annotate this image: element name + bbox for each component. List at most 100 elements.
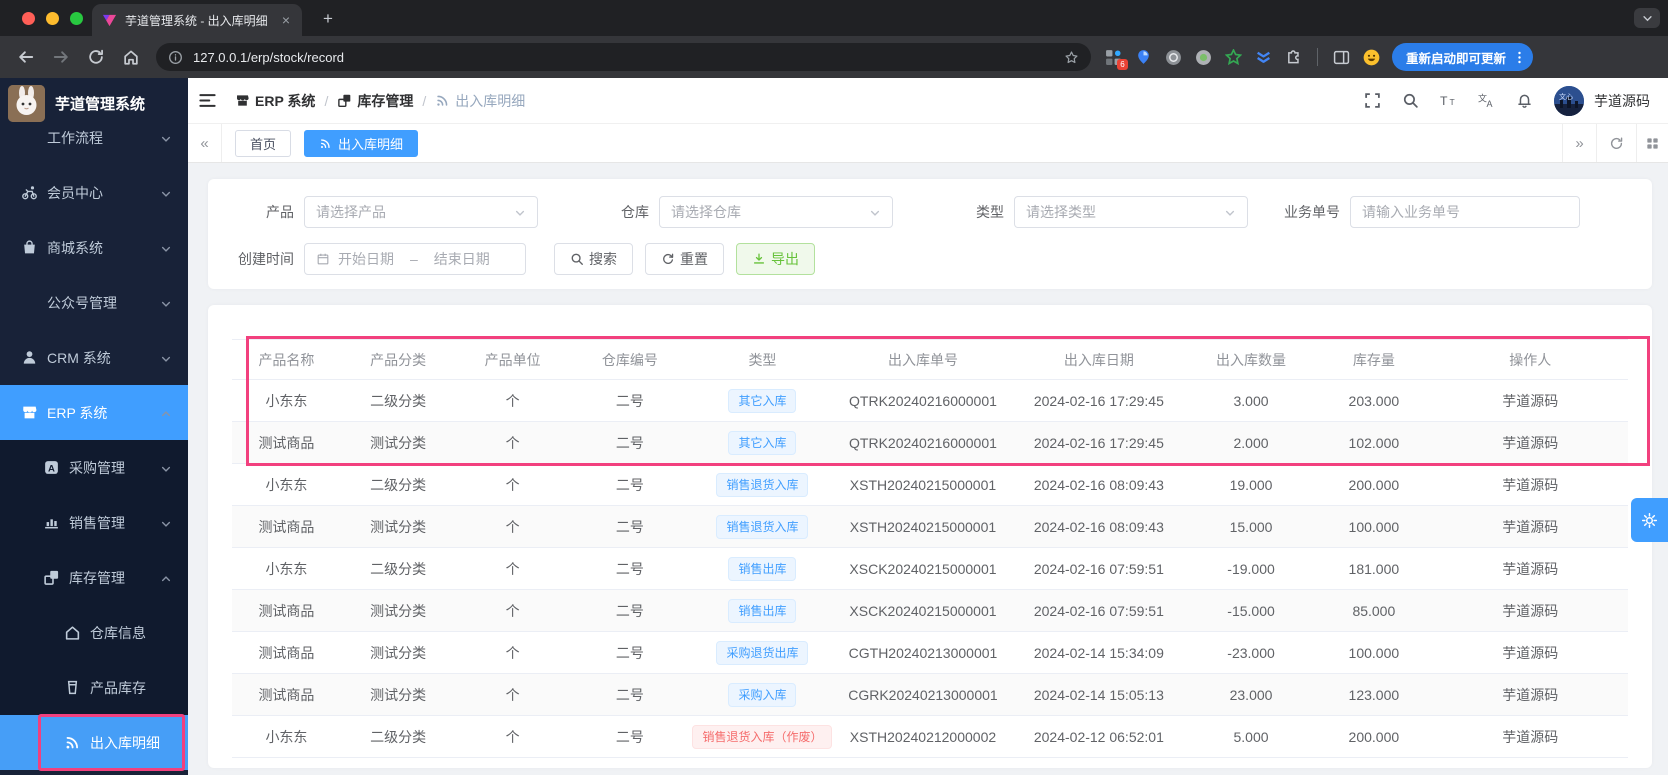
sidebar-item-member[interactable]: 会员中心 — [0, 165, 188, 220]
sidebar-item-sales[interactable]: 销售管理 — [0, 495, 188, 550]
sidebar-item-crm[interactable]: CRM 系统 — [0, 330, 188, 385]
table-row[interactable]: 测试商品 测试分类个二号 采购入库 CGRK20240213000001 2024-02… — [232, 673, 1628, 716]
restart-update-button[interactable]: 重新启动即可更新 — [1392, 43, 1534, 71]
tab-close-icon[interactable]: × — [280, 12, 292, 28]
sidebar-item-stock-record[interactable]: 出入库明细 — [0, 714, 188, 771]
toolbar-divider — [1317, 48, 1318, 66]
favicon — [102, 13, 117, 28]
reset-button[interactable]: 重置 — [645, 243, 724, 275]
new-tab-button[interactable]: + — [316, 8, 340, 30]
table-row[interactable]: 测试商品 测试分类个二号 销售出库 XSCK20240215000001 2024-02… — [232, 589, 1628, 632]
table-row[interactable]: 测试商品 测试分类个二号 销售退货入库 XSTH20240215000001 2024-… — [232, 505, 1628, 548]
notification-bell-icon[interactable] — [1516, 92, 1533, 109]
cell-category: 二级分类 — [340, 547, 456, 590]
address-bar[interactable]: 127.0.0.1/erp/stock/record — [156, 43, 1091, 71]
breadcrumb-item[interactable]: 库存管理 — [337, 91, 413, 111]
extension-star-icon[interactable] — [1224, 47, 1243, 66]
cell-date: 2024-02-14 15:34:09 — [1010, 631, 1187, 674]
tags-refresh-icon[interactable] — [1596, 124, 1636, 162]
sidebar-item-warehouse-info[interactable]: 仓库信息 — [0, 605, 188, 660]
tags-scroll-right-icon[interactable]: » — [1562, 124, 1596, 162]
topbar-actions: TT 文A 文心 芋道源码 — [1364, 85, 1668, 116]
browser-menu-icon[interactable] — [1512, 50, 1527, 65]
table-row[interactable]: 测试商品 测试分类个二号 其它入库 QTRK20240216000001 2024-02… — [232, 421, 1628, 464]
table-row[interactable]: 小东东 二级分类个二号 销售退货入库（作废） XSTH20240212000002 20… — [232, 715, 1628, 758]
window-minimize-button[interactable] — [46, 12, 59, 25]
date-range-input[interactable]: 开始日期 – 结束日期 — [304, 243, 526, 275]
cell-unit: 个 — [455, 589, 570, 632]
app-logo[interactable]: 芋道管理系统 — [0, 78, 188, 128]
extensions-puzzle-icon[interactable] — [1285, 49, 1302, 66]
cell-operator: 芋道源码 — [1432, 589, 1628, 632]
cell-type: 销售出库 — [689, 547, 836, 590]
boxes-icon — [337, 93, 352, 108]
sidebar-item-mall[interactable]: 商城系统 — [0, 220, 188, 275]
site-info-icon[interactable] — [168, 50, 183, 65]
sidebar-nav: 工作流程 会员中心 商城系统 公众号管理 CRM 系统 ERP 系统 A 采购管理 销售管理 库存… — [0, 110, 188, 771]
extension-knot-icon[interactable] — [1165, 49, 1182, 66]
warehouse-select[interactable]: 请选择仓库 — [659, 196, 893, 228]
table-row[interactable]: 测试商品 测试分类个二号 采购退货出库 CGTH20240213000001 2024-… — [232, 631, 1628, 674]
language-icon[interactable]: 文A — [1478, 92, 1495, 109]
reload-icon[interactable] — [87, 48, 105, 66]
search-button[interactable]: 搜索 — [554, 243, 633, 275]
store-icon — [235, 93, 250, 108]
browser-tab[interactable]: 芋道管理系统 - 出入库明细 × — [92, 4, 302, 36]
sidebar-item-erp[interactable]: ERP 系统 — [0, 385, 188, 440]
browser-tab-title: 芋道管理系统 - 出入库明细 — [125, 13, 268, 28]
extension-chevrons-icon[interactable] — [1255, 49, 1272, 66]
forward-icon[interactable] — [52, 48, 70, 66]
table-row[interactable]: 小东东 二级分类个二号 销售出库 XSCK20240215000001 2024-02-… — [232, 547, 1628, 590]
type-placeholder: 请选择类型 — [1026, 204, 1096, 220]
cell-operator: 芋道源码 — [1432, 463, 1628, 506]
sidebar-item-product-stock[interactable]: 产品库存 — [0, 660, 188, 715]
product-select[interactable]: 请选择产品 — [304, 196, 538, 228]
column-header: 产品名称 — [232, 339, 341, 380]
tab-首页[interactable]: 首页 — [235, 129, 292, 157]
tab-search-button[interactable] — [1634, 8, 1660, 28]
cell-category: 测试分类 — [340, 631, 456, 674]
type-select[interactable]: 请选择类型 — [1014, 196, 1248, 228]
collapse-menu-icon[interactable] — [198, 91, 217, 110]
fullscreen-icon[interactable] — [1364, 92, 1381, 109]
cell-operator: 芋道源码 — [1432, 631, 1628, 674]
tab-出入库明细[interactable]: 出入库明细 — [304, 129, 419, 157]
extension-dot-icon[interactable] — [1195, 49, 1212, 66]
tags-scroll-left-icon[interactable]: « — [188, 124, 222, 162]
cell-category: 测试分类 — [340, 421, 456, 464]
extension-blocks-icon[interactable]: 6 — [1105, 49, 1128, 70]
bizno-placeholder: 请输入业务单号 — [1362, 204, 1460, 220]
window-close-button[interactable] — [22, 12, 35, 25]
breadcrumb-item[interactable]: ERP 系统 — [235, 91, 315, 111]
bookmark-star-icon[interactable] — [1064, 50, 1079, 65]
font-size-icon[interactable]: TT — [1440, 92, 1457, 109]
sidebar-item-purchase[interactable]: A 采购管理 — [0, 440, 188, 495]
chevron-down-icon — [1224, 206, 1236, 218]
cell-date: 2024-02-16 08:09:43 — [1010, 463, 1187, 506]
bizno-input[interactable]: 请输入业务单号 — [1350, 196, 1580, 228]
profile-avatar-icon[interactable] — [1363, 49, 1380, 66]
cell-order_no: QTRK20240216000001 — [835, 421, 1011, 464]
cell-stock: 123.000 — [1315, 673, 1433, 716]
window-zoom-button[interactable] — [70, 12, 83, 25]
sidebar-item-mp[interactable]: 公众号管理 — [0, 275, 188, 330]
sidebar-item-inventory[interactable]: 库存管理 — [0, 550, 188, 605]
svg-text:A: A — [48, 463, 55, 474]
chevron-down-icon — [160, 462, 172, 474]
search-icon[interactable] — [1402, 92, 1419, 109]
extension-balloon-icon[interactable] — [1135, 49, 1152, 66]
user-name[interactable]: 芋道源码 — [1594, 91, 1650, 111]
home-icon[interactable] — [122, 48, 140, 66]
tags-layout-grid-icon[interactable] — [1636, 124, 1668, 162]
cell-order_no: XSTH20240212000002 — [835, 715, 1011, 758]
table-row[interactable]: 小东东 二级分类个二号 销售退货入库 XSTH20240215000001 2024-0… — [232, 463, 1628, 506]
table-row[interactable]: 小东东 二级分类个二号 其它入库 QTRK20240216000001 2024-02-… — [232, 379, 1628, 422]
back-icon[interactable] — [17, 48, 35, 66]
calendar-icon — [316, 252, 330, 266]
boxes-icon — [43, 569, 60, 586]
settings-fab[interactable] — [1631, 498, 1668, 542]
user-avatar[interactable]: 文心 — [1554, 85, 1584, 116]
side-panel-icon[interactable] — [1333, 49, 1350, 66]
export-button[interactable]: 导出 — [736, 243, 815, 275]
cell-stock: 200.000 — [1315, 463, 1433, 506]
